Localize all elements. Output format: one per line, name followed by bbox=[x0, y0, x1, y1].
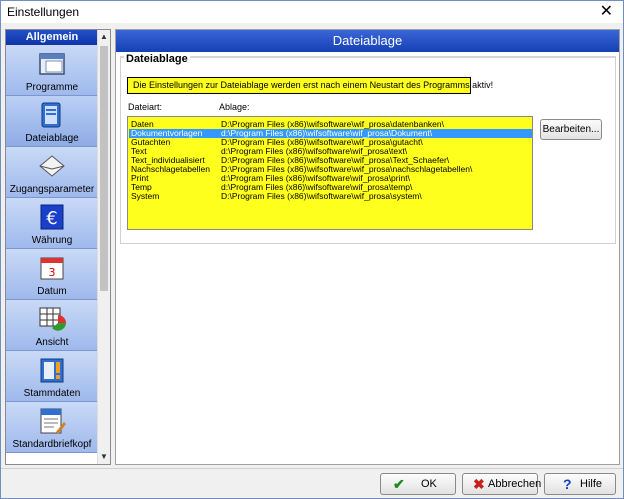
list-item[interactable]: System D:\Program Files (x86)\wifsoftwar… bbox=[129, 192, 532, 201]
help-icon: ? bbox=[563, 476, 572, 492]
sidebar-item-dateiablage[interactable]: Dateiablage bbox=[6, 96, 98, 147]
scrollbar-thumb[interactable] bbox=[100, 46, 108, 291]
calendar-icon: 3 bbox=[40, 257, 64, 280]
cancel-button[interactable]: ✖ Abbrechen bbox=[462, 473, 542, 495]
ok-button-label: OK bbox=[421, 478, 437, 490]
column-header-ablage: Ablage: bbox=[219, 102, 250, 112]
folder-book-icon bbox=[41, 102, 61, 128]
scroll-down-icon[interactable]: ▼ bbox=[98, 450, 110, 464]
cross-icon: ✖ bbox=[473, 476, 485, 492]
euro-icon: € bbox=[40, 204, 64, 230]
sidebar-item-ansicht[interactable]: Ansicht bbox=[6, 300, 98, 351]
group-title: Dateiablage bbox=[124, 53, 190, 65]
sidebar-item-label: Zugangsparameter bbox=[9, 184, 95, 195]
sidebar-item-stammdaten[interactable]: Stammdaten bbox=[6, 351, 98, 402]
folder-alert-icon bbox=[40, 358, 64, 383]
settings-window: Einstellungen ✕ Allgemein Programme Date… bbox=[0, 0, 624, 499]
letterhead-icon bbox=[40, 408, 66, 434]
help-button-label: Hilfe bbox=[580, 478, 603, 490]
restart-notice: Die Einstellungen zur Dateiablage werden… bbox=[127, 77, 493, 94]
sidebar-item-zugangsparameter[interactable]: Zugangsparameter bbox=[6, 147, 98, 198]
sidebar-item-datum[interactable]: 3 Datum bbox=[6, 249, 98, 300]
sidebar-scrollbar[interactable]: ▲ ▼ bbox=[97, 30, 110, 464]
title-bar: Einstellungen ✕ bbox=[1, 1, 623, 23]
main-panel: Dateiablage Dateiablage Die Einstellunge… bbox=[115, 29, 620, 465]
window-title: Einstellungen bbox=[7, 5, 80, 19]
sidebar-item-label: Standardbriefkopf bbox=[12, 439, 92, 450]
category-sidebar: Allgemein Programme Dateiablage Zugangsp… bbox=[5, 29, 111, 465]
ok-button[interactable]: ✔ OK bbox=[380, 473, 456, 495]
sidebar-item-standardbriefkopf[interactable]: Standardbriefkopf bbox=[6, 402, 98, 453]
sidebar-item-label: Dateiablage bbox=[25, 133, 79, 144]
scroll-up-icon[interactable]: ▲ bbox=[98, 30, 110, 44]
envelope-icon bbox=[39, 155, 65, 177]
checkmark-icon: ✔ bbox=[393, 476, 405, 492]
column-header-dateiart: Dateiart: bbox=[128, 102, 163, 112]
sidebar-list: Programme Dateiablage Zugangsparameter €… bbox=[6, 45, 98, 453]
svg-text:3: 3 bbox=[49, 266, 56, 279]
footer-divider bbox=[1, 468, 623, 469]
table-chart-icon bbox=[39, 307, 66, 331]
close-icon[interactable]: ✕ bbox=[600, 2, 613, 22]
page-title: Dateiablage bbox=[116, 30, 619, 52]
cancel-button-label: Abbrechen bbox=[488, 478, 542, 490]
help-button[interactable]: ? Hilfe bbox=[544, 473, 616, 495]
window-icon bbox=[39, 53, 65, 75]
sidebar-item-label: Programme bbox=[25, 82, 79, 93]
sidebar-item-label: Stammdaten bbox=[23, 388, 81, 399]
sidebar-header[interactable]: Allgemein bbox=[6, 30, 98, 45]
svg-text:€: € bbox=[46, 208, 57, 229]
sidebar-item-label: Datum bbox=[37, 286, 67, 297]
sidebar-item-label: Ansicht bbox=[35, 337, 69, 348]
storage-list[interactable]: Daten D:\Program Files (x86)\wifsoftware… bbox=[127, 116, 533, 230]
edit-button[interactable]: Bearbeiten... bbox=[540, 119, 602, 140]
sidebar-item-programme[interactable]: Programme bbox=[6, 45, 98, 96]
sidebar-item-waehrung[interactable]: € Währung bbox=[6, 198, 98, 249]
sidebar-item-label: Währung bbox=[31, 235, 73, 246]
